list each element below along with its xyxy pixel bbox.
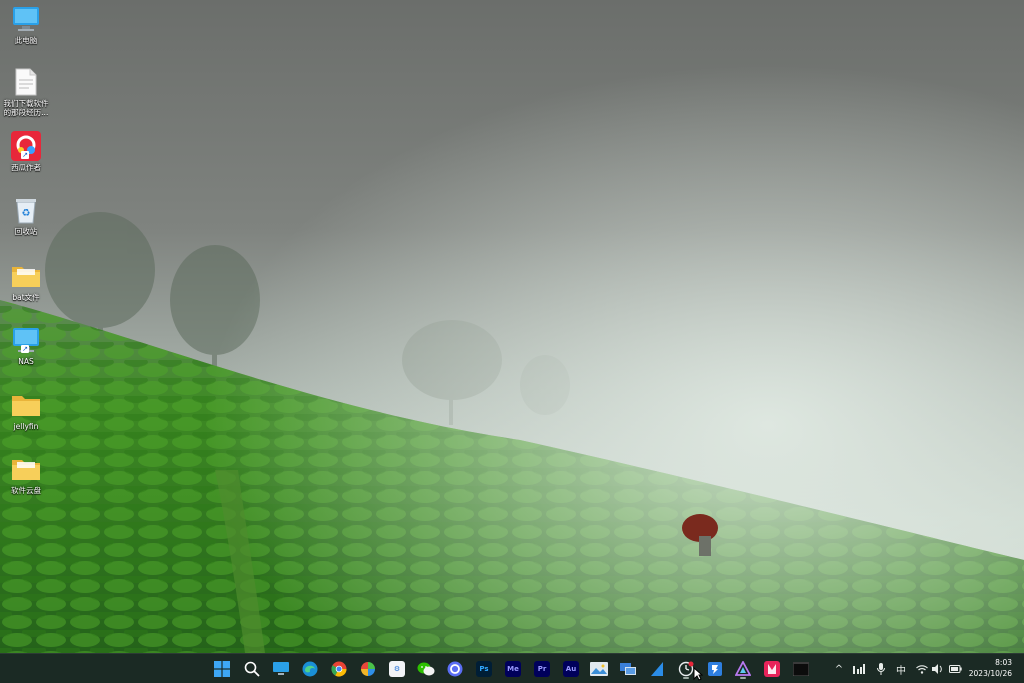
task-view-button[interactable] xyxy=(270,658,292,680)
taskbar-app-media-encoder[interactable]: Me xyxy=(502,658,524,680)
battery-button[interactable] xyxy=(948,661,962,677)
taskbar: ⚙ Ps Me Pr Au ^ 中 8:03 2023/10/26 xyxy=(0,653,1024,683)
desktop-icon-text-document[interactable]: 我们下载软件的那段经历... xyxy=(0,67,52,117)
taskbar-app-red[interactable] xyxy=(761,658,783,680)
start-button[interactable] xyxy=(211,658,233,680)
media-encoder-icon: Me xyxy=(505,661,521,677)
desktop-icon-jellyfin[interactable]: jellyfin xyxy=(0,390,52,431)
taskbar-app-premiere[interactable]: Pr xyxy=(531,658,553,680)
clock-icon xyxy=(678,661,694,677)
folder-icon xyxy=(11,261,41,291)
desktop-wallpaper xyxy=(0,0,1024,653)
terminal-icon xyxy=(793,662,809,676)
clock-date: 2023/10/26 xyxy=(968,669,1012,678)
ime-indicator[interactable]: 中 xyxy=(894,661,908,677)
monitor-icon: ↗ xyxy=(11,325,41,355)
chrome-icon xyxy=(331,661,347,677)
network-icon xyxy=(620,663,636,675)
desktop-icon-label: 软件云盘 xyxy=(11,486,41,495)
desktop-icon-label: bat文件 xyxy=(12,293,40,302)
taskbar-app-circle[interactable] xyxy=(444,658,466,680)
tray-overflow-chevron[interactable]: ^ xyxy=(833,661,845,677)
text-file-icon xyxy=(11,67,41,97)
speaker-icon xyxy=(932,664,942,674)
desktop-icon-label: NAS xyxy=(18,357,34,366)
signal-bars-icon xyxy=(853,664,865,674)
wifi-icon xyxy=(916,664,928,674)
desktop-icon-red-app[interactable]: ↗ 西瓜作者 xyxy=(0,131,52,172)
taskbar-app-pin[interactable] xyxy=(704,658,726,680)
desktop-icon-this-pc[interactable]: 此电脑 xyxy=(0,4,52,45)
taskbar-app-pinwheel[interactable] xyxy=(357,658,379,680)
taskbar-app-remote[interactable] xyxy=(617,658,639,680)
microphone-icon xyxy=(877,663,885,675)
tray-app-icon[interactable] xyxy=(852,661,866,677)
battery-icon xyxy=(948,665,962,673)
gamepad-icon: ⚙ xyxy=(389,661,405,677)
premiere-icon: Pr xyxy=(534,661,550,677)
shortcut-arrow-icon: ↗ xyxy=(21,151,29,159)
taskbar-app-gamepad[interactable]: ⚙ xyxy=(386,658,408,680)
wifi-button[interactable] xyxy=(915,661,929,677)
microphone-button[interactable] xyxy=(875,661,887,677)
desktop-icon-label: 此电脑 xyxy=(14,36,38,45)
folder-icon xyxy=(11,454,41,484)
shortcut-arrow-icon: ↗ xyxy=(21,345,29,353)
taskbar-app-sail[interactable] xyxy=(646,658,668,680)
desktop-icon-label: 西瓜作者 xyxy=(11,163,41,172)
running-indicator xyxy=(740,677,746,679)
taskbar-app-edge[interactable] xyxy=(299,658,321,680)
pinwheel-icon xyxy=(361,662,375,676)
taskbar-app-photo-viewer[interactable] xyxy=(588,658,610,680)
sail-icon xyxy=(651,662,663,676)
audition-icon: Au xyxy=(563,661,579,677)
clock-time: 8:03 xyxy=(995,658,1012,667)
desktop-icon-bat-folder[interactable]: bat文件 xyxy=(0,261,52,302)
taskbar-clock[interactable]: 8:03 2023/10/26 xyxy=(969,657,1012,679)
taskbar-app-chrome[interactable] xyxy=(328,658,350,680)
red-bookmark-icon xyxy=(764,661,780,677)
desktop-icon-label: jellyfin xyxy=(13,422,39,431)
desktop-icon-label: 回收站 xyxy=(14,227,38,236)
image-icon xyxy=(590,662,608,676)
pin-icon xyxy=(708,662,722,676)
desktop-icon-label: 我们下载软件的那段经历... xyxy=(3,99,49,117)
desktop-icon-recycle-bin[interactable]: ♻ 回收站 xyxy=(0,195,52,236)
taskbar-app-wechat[interactable] xyxy=(415,658,437,680)
search-icon xyxy=(244,661,260,677)
svg-text:♻: ♻ xyxy=(22,208,31,219)
taskbar-app-audition[interactable]: Au xyxy=(560,658,582,680)
circle-app-icon xyxy=(447,661,463,677)
app-red-icon: ↗ xyxy=(11,131,41,161)
volume-button[interactable] xyxy=(931,661,945,677)
windows-start-icon xyxy=(214,661,230,677)
taskbar-app-prism[interactable] xyxy=(732,658,754,680)
desktop-icon-software-folder[interactable]: 软件云盘 xyxy=(0,454,52,495)
folder-icon xyxy=(11,390,41,420)
mouse-cursor-icon xyxy=(693,667,703,681)
wechat-icon xyxy=(417,662,435,676)
desktop-icon xyxy=(273,662,289,675)
prism-icon xyxy=(735,661,751,676)
photoshop-icon: Ps xyxy=(476,661,492,677)
edge-icon xyxy=(302,661,318,677)
running-indicator xyxy=(683,677,689,679)
monitor-icon xyxy=(11,4,41,34)
desktop-icon-nas[interactable]: ↗ NAS xyxy=(0,325,52,366)
search-button[interactable] xyxy=(241,658,263,680)
taskbar-app-terminal[interactable] xyxy=(790,658,812,680)
recycle-bin-icon: ♻ xyxy=(11,195,41,225)
taskbar-app-photoshop[interactable]: Ps xyxy=(473,658,495,680)
